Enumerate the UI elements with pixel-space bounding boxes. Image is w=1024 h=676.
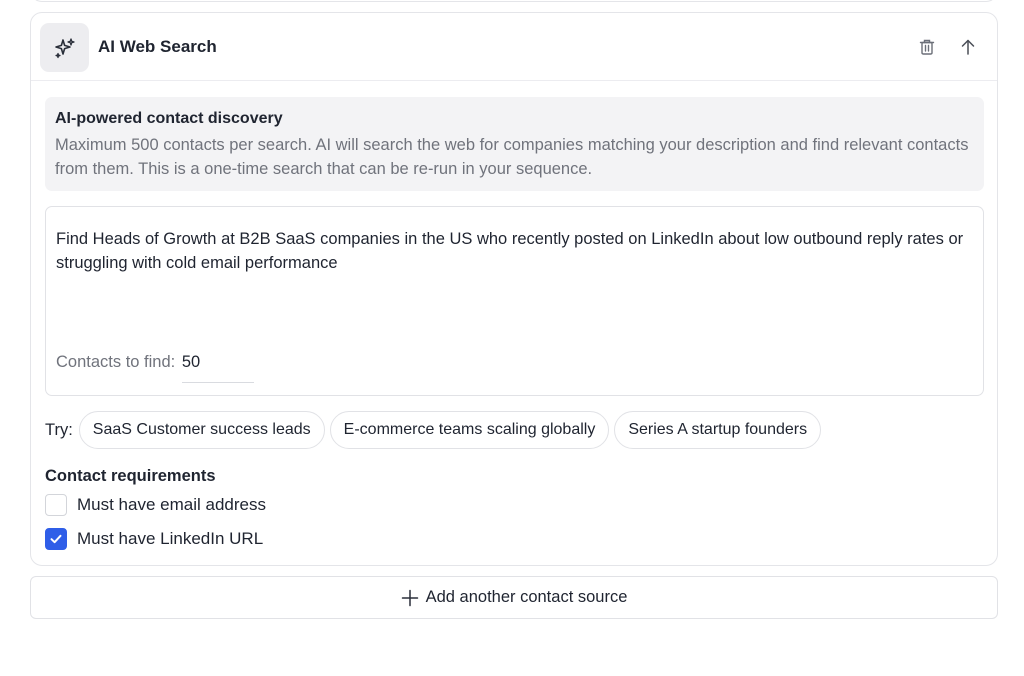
suggestions-label: Try:	[45, 420, 73, 439]
info-box: AI-powered contact discovery Maximum 500…	[45, 97, 984, 191]
requirement-label: Must have LinkedIn URL	[77, 529, 264, 548]
contacts-to-find-input[interactable]: 50	[181, 353, 254, 383]
trash-icon	[918, 38, 936, 56]
contacts-to-find-row: Contacts to find: 50	[56, 353, 254, 383]
ai-web-search-card: AI Web Search AI-powered contact discove…	[30, 12, 998, 566]
add-contact-source-button[interactable]: Add another contact source	[30, 576, 998, 619]
suggestion-chip[interactable]: SaaS Customer success leads	[78, 411, 325, 449]
email-required-checkbox[interactable]	[45, 494, 67, 516]
card-header: AI Web Search	[31, 13, 997, 81]
info-title: AI-powered contact discovery	[55, 110, 283, 127]
move-up-button[interactable]	[956, 35, 980, 59]
sparkles-icon	[40, 23, 89, 72]
contacts-to-find-label: Contacts to find:	[56, 353, 176, 371]
add-contact-source-label: Add another contact source	[425, 588, 628, 606]
search-prompt-text[interactable]: Find Heads of Growth at B2B SaaS compani…	[56, 227, 971, 275]
linkedin-required-checkbox[interactable]	[45, 528, 67, 550]
requirement-linkedin: Must have LinkedIn URL	[45, 528, 263, 550]
previous-card-edge	[30, 0, 998, 2]
checkmark-icon	[49, 532, 63, 546]
suggestion-chip[interactable]: Series A startup founders	[614, 411, 822, 449]
requirement-email: Must have email address	[45, 494, 266, 516]
card-title: AI Web Search	[98, 37, 217, 56]
plus-icon	[401, 589, 419, 607]
arrow-up-icon	[959, 38, 977, 56]
suggestions-row: Try: SaaS Customer success leads E-comme…	[45, 411, 826, 449]
info-text: Maximum 500 contacts per search. AI will…	[55, 136, 969, 178]
requirement-label: Must have email address	[77, 495, 266, 514]
suggestion-chip[interactable]: E-commerce teams scaling globally	[329, 411, 610, 449]
contact-requirements-title: Contact requirements	[45, 467, 216, 485]
search-prompt-box[interactable]: Find Heads of Growth at B2B SaaS compani…	[45, 206, 984, 396]
delete-button[interactable]	[915, 35, 939, 59]
